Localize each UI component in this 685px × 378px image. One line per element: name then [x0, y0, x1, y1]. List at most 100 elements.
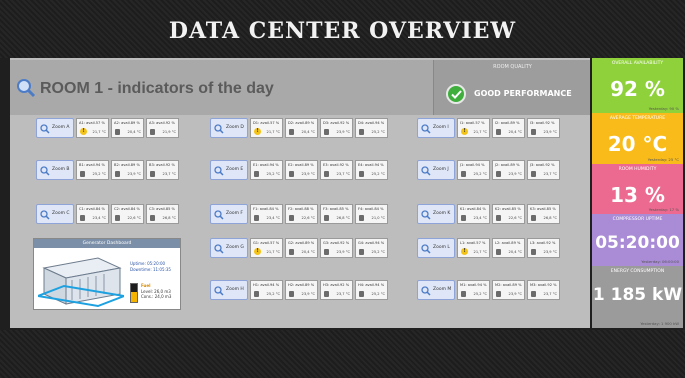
rack-temperature: 26,8 °C [543, 216, 557, 220]
rack-cell[interactable]: E4: avail.94 % 25,2 °C [355, 160, 388, 180]
server-icon [150, 129, 155, 135]
rack-availability: E1: avail.94 % [253, 163, 279, 167]
rack-cell[interactable]: I3: avail.92 % 23,9 °C [527, 118, 560, 138]
rack-cell[interactable]: M2: avail.89 % 23,9 °C [492, 280, 525, 300]
zoom-button[interactable]: Zoom L [417, 238, 455, 258]
rack-cell[interactable]: F2: avail.88 % 22,6 °C [285, 204, 318, 224]
rack-cell[interactable]: B1: avail.94 % 25,2 °C [76, 160, 109, 180]
search-icon [214, 166, 224, 176]
rack-cell[interactable]: F4: avail.84 % 21,0 °C [355, 204, 388, 224]
zoom-button[interactable]: Zoom G [210, 238, 248, 258]
rack-cell[interactable]: E3: avail.92 % 23,7 °C [320, 160, 353, 180]
rack-cell[interactable]: K1: avail.84 % 23,4 °C [457, 204, 490, 224]
kpi-yesterday: Yesterday: 17 % [648, 207, 679, 212]
zoom-button[interactable]: Zoom M [417, 280, 455, 300]
rack-cell[interactable]: L1: avail.57 %! 21,7 °C [457, 238, 490, 258]
zoom-button[interactable]: Zoom A [36, 118, 74, 138]
rack-cell[interactable]: I2: avail.89 % 20,4 °C [492, 118, 525, 138]
rack-cell[interactable]: C3: avail.85 % 26,8 °C [146, 204, 179, 224]
rack-cell[interactable]: E1: avail.94 % 25,2 °C [250, 160, 283, 180]
rack-cell[interactable]: F3: avail.85 % 26,8 °C [320, 204, 353, 224]
rack-cell[interactable]: C2: avail.84 % 22,6 °C [111, 204, 144, 224]
rack-cell[interactable]: G1: avail.57 %! 21,7 °C [250, 238, 283, 258]
rack-cell[interactable]: D4: avail.94 % 25,2 °C [355, 118, 388, 138]
rack-availability: I1: avail.57 % [460, 121, 485, 125]
rack-availability: C2: avail.84 % [114, 207, 140, 211]
rack-temperature: 23,9 °C [127, 172, 141, 176]
quality-panel: ROOM QUALITY GOOD PERFORMANCE [433, 60, 590, 115]
server-icon [461, 291, 466, 297]
zoom-button[interactable]: Zoom F [210, 204, 248, 224]
kpi-tile: COMPRESSOR UPTIME 05:20:00 Yesterday: 06:0… [592, 214, 683, 266]
rack-cell[interactable]: C1: avail.84 % 23,4 °C [76, 204, 109, 224]
server-icon [359, 171, 364, 177]
rack-cell[interactable]: D1: avail.57 %! 21,7 °C [250, 118, 283, 138]
zoom-button[interactable]: Zoom C [36, 204, 74, 224]
rack-cell[interactable]: M1: avail.94 % 25,2 °C [457, 280, 490, 300]
rack-cell[interactable]: H1: avail.94 % 25,2 °C [250, 280, 283, 300]
search-icon [214, 210, 224, 220]
rack-cell[interactable]: H3: avail.92 % 23,7 °C [320, 280, 353, 300]
server-icon [496, 171, 501, 177]
rack-cell[interactable]: L3: avail.92 % 23,9 °C [527, 238, 560, 258]
server-icon [324, 129, 329, 135]
main-panel: ROOM 1 - indicators of the day ROOM QUAL… [10, 58, 590, 328]
kpi-yesterday: Yesterday: 06:00:00 [641, 259, 679, 264]
rack-cell[interactable]: H2: avail.89 % 23,9 °C [285, 280, 318, 300]
rack-availability: K2: avail.85 % [495, 207, 521, 211]
rack-temperature: 22,6 °C [301, 216, 315, 220]
rack-cell[interactable]: G2: avail.89 % 20,4 °C [285, 238, 318, 258]
rack-availability: D4: avail.94 % [358, 121, 385, 125]
zoom-button[interactable]: Zoom H [210, 280, 248, 300]
zoom-button[interactable]: Zoom K [417, 204, 455, 224]
zoom-button-label: Zoom D [226, 125, 244, 130]
rack-cell[interactable]: A3: avail.92 % 21,9 °C [146, 118, 179, 138]
rack-cell[interactable]: H4: avail.94 % 25,2 °C [355, 280, 388, 300]
rack-cell[interactable]: B2: avail.89 % 23,9 °C [111, 160, 144, 180]
rack-cell[interactable]: A1: avail.57 %! 21,7 °C [76, 118, 109, 138]
zoom-button[interactable]: Zoom J [417, 160, 455, 180]
rack-cell[interactable]: J2: avail.89 % 23,9 °C [492, 160, 525, 180]
rack-cell[interactable]: B3: avail.92 % 23,7 °C [146, 160, 179, 180]
server-icon [150, 171, 155, 177]
rack-cell[interactable]: A2: avail.89 % 20,4 °C [111, 118, 144, 138]
rack-cell[interactable]: K3: avail.85 % 26,8 °C [527, 204, 560, 224]
zoom-button[interactable]: Zoom E [210, 160, 248, 180]
kpi-value: 13 % [610, 183, 665, 207]
rack-cell[interactable]: D3: avail.92 % 23,9 °C [320, 118, 353, 138]
rack-availability: E2: avail.89 % [288, 163, 314, 167]
search-icon [421, 124, 431, 134]
rack-cell[interactable]: K2: avail.85 % 22,6 °C [492, 204, 525, 224]
server-icon [461, 171, 466, 177]
generator-title: Generator Dashboard [34, 239, 180, 248]
zoom-button-label: Zoom M [433, 287, 452, 292]
rack-availability: C3: avail.85 % [149, 207, 175, 211]
rack-availability: G4: avail.94 % [358, 241, 385, 245]
fuel-gauge-empty [131, 284, 137, 293]
rack-cell[interactable]: G4: avail.94 % 25,2 °C [355, 238, 388, 258]
server-icon [324, 215, 329, 221]
rack-cell[interactable]: G3: avail.92 % 23,9 °C [320, 238, 353, 258]
rack-cell[interactable]: L2: avail.89 % 20,4 °C [492, 238, 525, 258]
generator-dashboard: Generator Dashboard Uptime: 05:20:00 Dow… [33, 238, 181, 310]
warning-icon: ! [254, 248, 261, 255]
fuel-gauge [130, 283, 138, 303]
kpi-label: OVERALL AVAILABILITY [611, 61, 664, 66]
magnifier-icon[interactable] [16, 78, 36, 98]
rack-availability: L3: avail.92 % [530, 241, 556, 245]
rack-cell[interactable]: M3: avail.92 % 23,7 °C [527, 280, 560, 300]
rack-cell[interactable]: I1: avail.57 %! 21,7 °C [457, 118, 490, 138]
rack-cell[interactable]: D2: avail.89 % 20,4 °C [285, 118, 318, 138]
zoom-button[interactable]: Zoom D [210, 118, 248, 138]
rack-cell[interactable]: F1: avail.84 % 23,4 °C [250, 204, 283, 224]
rack-cell[interactable]: J3: avail.92 % 23,7 °C [527, 160, 560, 180]
zoom-button[interactable]: Zoom I [417, 118, 455, 138]
rack-temperature: 21,0 °C [371, 216, 385, 220]
zoom-button[interactable]: Zoom B [36, 160, 74, 180]
rack-temperature: 21,7 °C [92, 130, 106, 134]
rack-cell[interactable]: E2: avail.89 % 23,9 °C [285, 160, 318, 180]
search-icon [214, 244, 224, 254]
rack-cell[interactable]: J1: avail.94 % 25,2 °C [457, 160, 490, 180]
rack-temperature: 23,9 °C [543, 250, 557, 254]
fuel-details: Fuel Level: 26,0 m3 Cons.: 24,0 m3 [141, 283, 171, 300]
